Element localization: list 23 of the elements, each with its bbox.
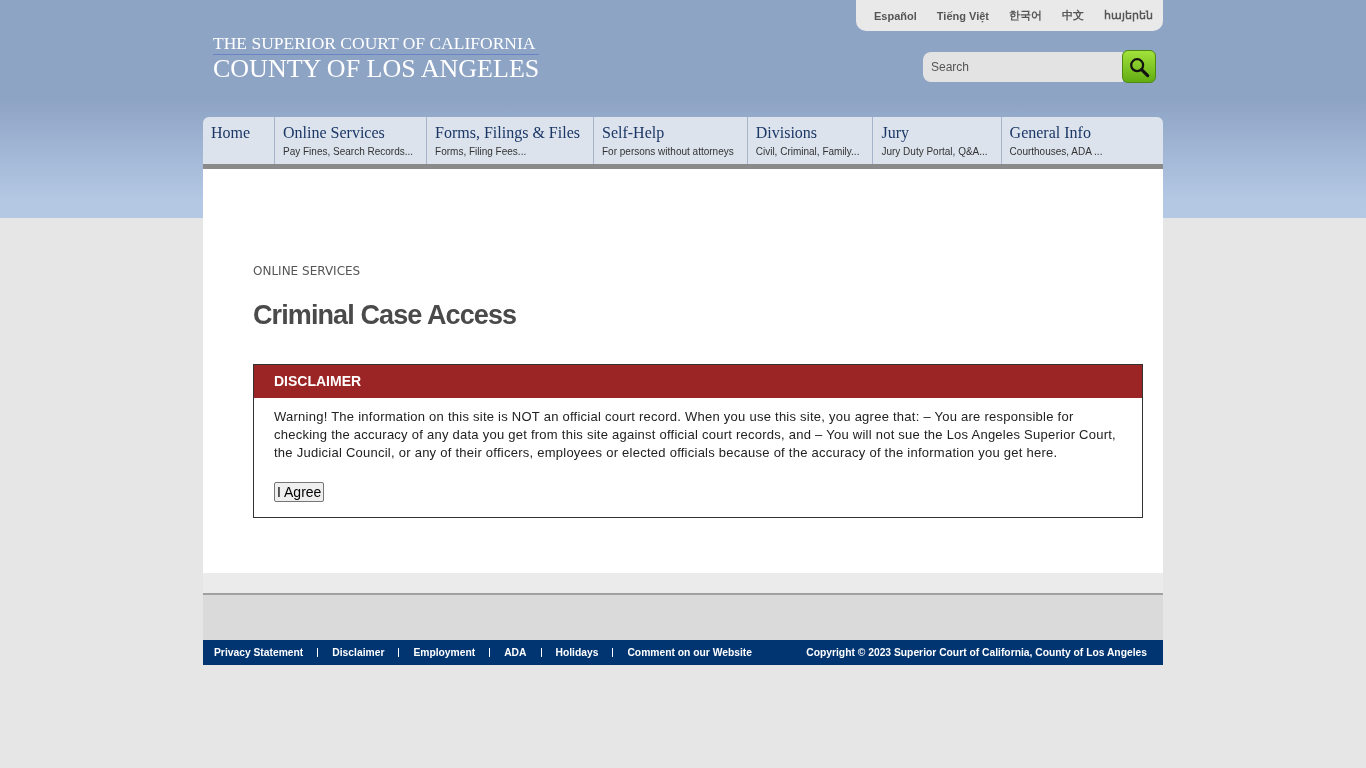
section-label: ONLINE SERVICES — [253, 264, 361, 278]
footer-link[interactable]: Privacy Statement — [214, 647, 304, 658]
footer-link[interactable]: Comment on our Website — [627, 647, 752, 658]
county-name-line: COUNTY OF LOS ANGELES — [213, 55, 540, 83]
footer-link[interactable]: Holidays — [555, 647, 599, 658]
search-button[interactable] — [1122, 50, 1156, 83]
footer-link[interactable]: Disclaimer — [332, 647, 385, 658]
search-icon — [1128, 55, 1150, 78]
footer-link[interactable]: ADA — [504, 647, 527, 658]
page-title: Criminal Case Access — [253, 299, 517, 332]
language-link[interactable]: հայերեն — [1094, 9, 1153, 22]
language-link[interactable]: 中文 — [1052, 8, 1094, 23]
footer-link[interactable]: Employment — [413, 647, 476, 658]
language-link[interactable]: Español — [864, 9, 927, 22]
court-name-line: THE SUPERIOR COURT OF CALIFORNIA — [213, 34, 540, 55]
disclaimer-text: Warning! The information on this site is NOT an official court record. When you use this site, you agree that: – You are responsible for checking the accuracy of any data you get from this site against official court records, and – You will not sue the Los Angeles Superior Court, the Judicial Council, or any of their officers, employees or elected officials because of the accuracy of the information you get here. — [274, 408, 1117, 462]
language-link[interactable]: 한국어 — [999, 8, 1052, 23]
search-field[interactable]: Search — [923, 51, 1123, 82]
language-link[interactable]: Tiếng Việt — [926, 9, 999, 22]
copyright-text: Copyright © 2023 Superior Court of California, County of Los Angeles — [806, 647, 1147, 658]
disclaimer-heading: DISCLAIMER — [254, 365, 1142, 398]
agree-button[interactable]: I Agree — [274, 482, 325, 502]
nav-item[interactable]: Home — [203, 117, 274, 164]
